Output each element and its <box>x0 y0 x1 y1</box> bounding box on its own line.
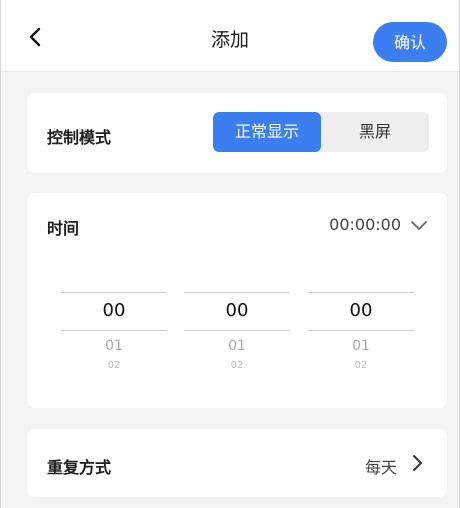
minute-selected: 00 <box>225 300 249 321</box>
repeat-card[interactable]: 重复方式 每天 <box>27 429 447 497</box>
time-value[interactable]: 00:00:00 <box>329 215 401 234</box>
control-mode-label: 控制模式 <box>47 128 112 147</box>
second-next: 01 <box>352 338 370 354</box>
time-expand-button[interactable] <box>409 218 429 234</box>
repeat-open-button[interactable] <box>411 453 425 473</box>
time-card: 时间 00:00:00 00 01 02 00 01 02 00 01 02 <box>27 193 447 408</box>
repeat-label: 重复方式 <box>47 458 112 477</box>
picker-divider <box>61 292 167 293</box>
time-label: 时间 <box>47 219 80 238</box>
minute-picker[interactable]: 00 01 02 <box>184 292 290 382</box>
segment-black-screen[interactable]: 黑屏 <box>321 112 429 152</box>
second-picker[interactable]: 00 01 02 <box>308 292 414 382</box>
chevron-right-icon <box>413 455 422 471</box>
second-next2: 02 <box>354 360 368 371</box>
hour-next: 01 <box>105 338 123 354</box>
repeat-value: 每天 <box>364 458 397 477</box>
hour-selected: 00 <box>102 300 126 321</box>
minute-next2: 02 <box>230 360 244 371</box>
confirm-button[interactable]: 确认 <box>373 22 447 62</box>
control-mode-card: 控制模式 正常显示 黑屏 <box>27 93 447 173</box>
second-selected: 00 <box>349 300 373 321</box>
control-mode-segmented: 正常显示 黑屏 <box>213 112 429 152</box>
picker-divider <box>184 330 290 331</box>
header-bar: 添加 确认 <box>1 0 459 72</box>
picker-divider <box>308 330 414 331</box>
segment-normal-display[interactable]: 正常显示 <box>213 112 321 152</box>
picker-divider <box>308 292 414 293</box>
picker-divider <box>61 330 167 331</box>
hour-next2: 02 <box>107 360 121 371</box>
picker-divider <box>184 292 290 293</box>
minute-next: 01 <box>228 338 246 354</box>
chevron-down-icon <box>411 221 427 230</box>
app-frame: 添加 确认 控制模式 正常显示 黑屏 时间 00:00:00 00 01 02 … <box>0 0 460 508</box>
hour-picker[interactable]: 00 01 02 <box>61 292 167 382</box>
